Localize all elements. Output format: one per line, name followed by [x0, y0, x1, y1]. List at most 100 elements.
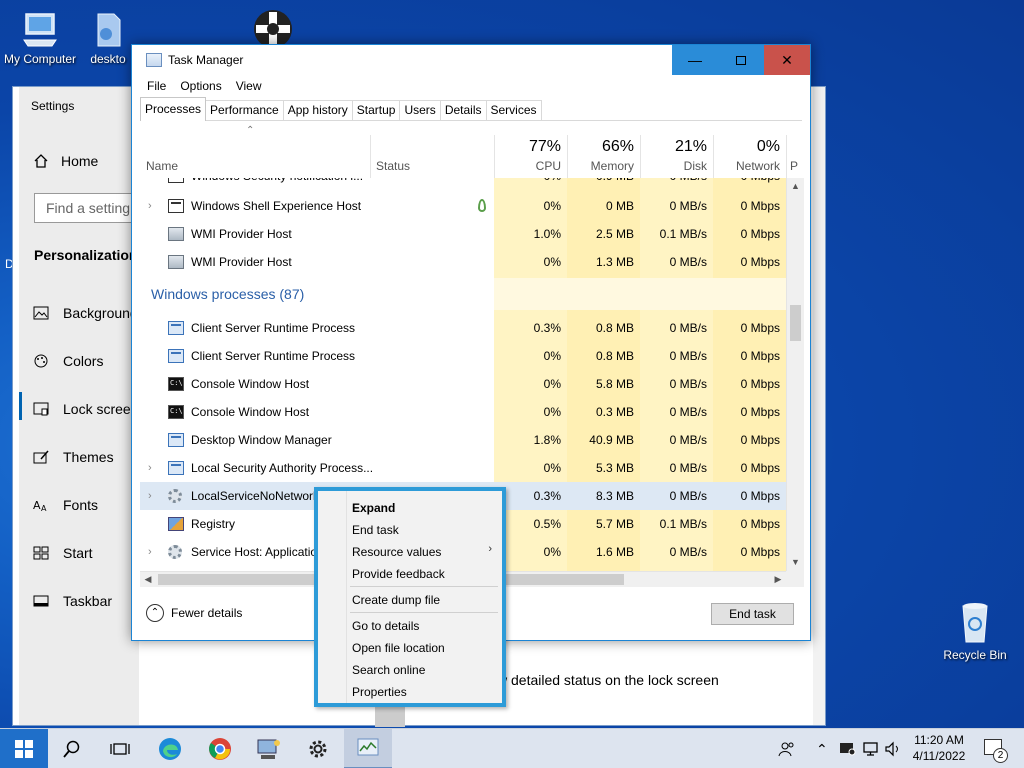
process-name: WMI Provider Host [191, 255, 292, 269]
chevron-right-icon[interactable]: › [148, 538, 158, 566]
people-button[interactable] [778, 729, 796, 768]
tab-startup[interactable]: Startup [351, 100, 401, 120]
settings-item-label: Start [63, 545, 93, 561]
chevron-right-icon[interactable]: › [148, 192, 158, 220]
process-name: Windows Shell Experience Host [191, 199, 362, 213]
clock-date: 4/11/2022 [912, 749, 966, 763]
column-name[interactable]: Name [140, 123, 370, 178]
tab-performance[interactable]: Performance [205, 100, 284, 120]
scroll-left-icon[interactable]: ◀ [140, 572, 156, 587]
menu-item-end-task[interactable]: End task [352, 519, 399, 541]
wmi-icon [168, 255, 184, 269]
app-icon [168, 199, 184, 213]
menu-item-go-to-details[interactable]: Go to details [352, 615, 419, 637]
gear-icon [168, 489, 182, 503]
column-status[interactable]: Status [370, 123, 494, 178]
column-power[interactable]: P [786, 123, 804, 178]
edge-button[interactable] [146, 729, 194, 768]
settings-item-lock-screen[interactable]: Lock screen [33, 401, 138, 417]
menu-item-open-file-location[interactable]: Open file location [352, 637, 445, 659]
desktop-icon-desktop[interactable]: deskto [78, 10, 138, 66]
disk-value: 0 MB/s [669, 433, 707, 447]
menu-item-search-online[interactable]: Search online [352, 659, 425, 681]
table-row[interactable]: Client Server Runtime Process 0% 0.8 MB … [140, 342, 786, 370]
taskbar-clock[interactable]: 11:20 AM 4/11/2022 [904, 732, 974, 764]
table-row[interactable]: › Local Security Authority Process... 0%… [140, 454, 786, 482]
table-row[interactable]: Windows Security notification i... 0% 0.… [140, 178, 786, 190]
scroll-up-icon[interactable]: ▲ [787, 178, 804, 195]
volume-button[interactable] [884, 729, 902, 768]
tab-details[interactable]: Details [439, 100, 487, 120]
tray-overflow-button[interactable]: ⌃ [816, 729, 828, 768]
task-manager-titlebar[interactable]: Task Manager — ✕ [132, 45, 810, 75]
scroll-corner [786, 571, 804, 587]
settings-search-input[interactable]: Find a setting [34, 193, 144, 223]
group-header[interactable]: Windows processes (87) [140, 278, 786, 310]
chevron-right-icon[interactable]: › [148, 454, 158, 482]
menu-item-provide-feedback[interactable]: Provide feedback [352, 563, 445, 585]
tab-users[interactable]: Users [399, 100, 441, 120]
settings-item-colors[interactable]: Colors [33, 353, 103, 369]
fewer-details-button[interactable]: ⌃ Fewer details [146, 604, 242, 622]
end-task-button[interactable]: End task [711, 603, 794, 625]
menu-item-expand[interactable]: Expand [352, 497, 395, 519]
desktop-icon-my-computer[interactable]: My Computer [0, 10, 80, 66]
settings-item-fonts[interactable]: AA Fonts [33, 497, 98, 513]
tray-app-button[interactable] [838, 729, 856, 768]
cpu-value: 0% [543, 255, 561, 269]
menu-options[interactable]: Options [173, 79, 228, 93]
tab-app-history[interactable]: App history [282, 100, 353, 120]
column-disk[interactable]: 21% Disk [640, 123, 713, 178]
start-button[interactable] [0, 729, 48, 768]
close-button[interactable]: ✕ [764, 45, 810, 75]
menu-item-properties[interactable]: Properties [352, 681, 407, 703]
table-row[interactable]: › Windows Shell Experience Host 0% 0 MB … [140, 192, 786, 220]
table-row[interactable]: Console Window Host 0% 0.3 MB 0 MB/s 0 M… [140, 398, 786, 426]
table-row[interactable]: WMI Provider Host 0% 1.3 MB 0 MB/s 0 Mbp… [140, 248, 786, 276]
minimize-button[interactable]: — [672, 45, 718, 75]
scroll-right-icon[interactable]: ▶ [770, 572, 786, 587]
settings-title: Settings [31, 99, 75, 113]
disk-value: 0.1 MB/s [659, 517, 707, 531]
tab-services[interactable]: Services [485, 100, 542, 120]
table-row[interactable]: Desktop Window Manager 1.8% 40.9 MB 0 MB… [140, 426, 786, 454]
menu-gutter [346, 491, 347, 703]
chevron-right-icon[interactable]: › [148, 482, 158, 510]
column-cpu[interactable]: 77% CPU [494, 123, 567, 178]
table-row[interactable]: Client Server Runtime Process 0.3% 0.8 M… [140, 314, 786, 342]
tab-processes[interactable]: Processes [140, 97, 207, 121]
table-row[interactable]: Console Window Host 0% 5.8 MB 0 MB/s 0 M… [140, 370, 786, 398]
console-icon [168, 405, 184, 419]
chrome-button[interactable] [196, 729, 244, 768]
menu-separator [350, 586, 498, 587]
desktop-icon-recycle-bin[interactable]: Recycle Bin [938, 600, 1012, 662]
table-row[interactable]: WMI Provider Host 1.0% 2.5 MB 0.1 MB/s 0… [140, 220, 786, 248]
menu-item-create-dump-file[interactable]: Create dump file [352, 589, 440, 611]
task-manager-app-button[interactable] [344, 729, 392, 768]
network-status-button[interactable] [862, 729, 880, 768]
settings-home-link[interactable]: Home [33, 153, 98, 169]
settings-item-background[interactable]: Background [33, 305, 138, 321]
menu-file[interactable]: File [140, 79, 173, 93]
column-memory[interactable]: 66% Memory [567, 123, 640, 178]
menu-item-resource-values[interactable]: Resource values [352, 541, 441, 563]
maximize-button[interactable] [718, 45, 764, 75]
task-view-button[interactable] [96, 729, 144, 768]
vertical-scrollbar[interactable]: ▲ ▼ [786, 178, 804, 571]
scroll-down-icon[interactable]: ▼ [787, 554, 804, 571]
desktop-icon-label: My Computer [3, 52, 77, 66]
network-app-button[interactable] [244, 729, 292, 768]
settings-item-themes[interactable]: Themes [33, 449, 114, 465]
window-title: Task Manager [168, 53, 244, 67]
column-network[interactable]: 0% Network [713, 123, 786, 178]
disk-value: 0.1 MB/s [659, 227, 707, 241]
settings-item-start[interactable]: Start [33, 545, 93, 561]
search-button[interactable] [48, 729, 96, 768]
settings-item-taskbar[interactable]: Taskbar [33, 593, 112, 609]
scroll-thumb[interactable] [790, 305, 801, 341]
network-value: 0 Mbps [740, 199, 780, 213]
network-value: 0 Mbps [740, 227, 780, 241]
settings-scrollbar[interactable] [813, 87, 825, 725]
settings-app-button[interactable] [294, 729, 342, 768]
menu-view[interactable]: View [229, 79, 269, 93]
